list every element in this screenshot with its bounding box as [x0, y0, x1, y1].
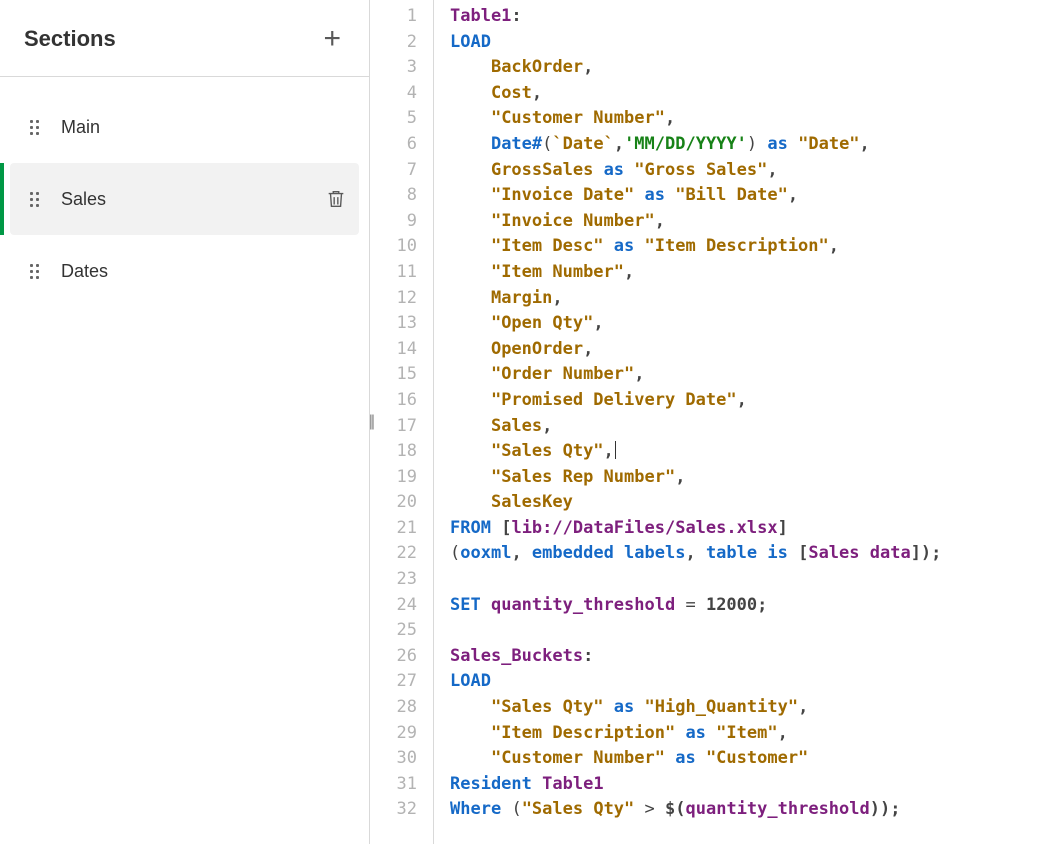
line-number: 11: [370, 260, 425, 286]
code-line[interactable]: "Item Desc" as "Item Description",: [450, 234, 1037, 260]
section-list: Main Sales Dates: [0, 77, 369, 321]
sidebar-resize-handle[interactable]: ||: [369, 413, 373, 431]
code-line[interactable]: Sales,: [450, 414, 1037, 440]
line-number: 4: [370, 81, 425, 107]
line-number: 10: [370, 234, 425, 260]
code-line[interactable]: "Open Qty",: [450, 311, 1037, 337]
line-number: 12: [370, 286, 425, 312]
line-number: 23: [370, 567, 425, 593]
code-line[interactable]: BackOrder,: [450, 55, 1037, 81]
sidebar-item-label: Main: [61, 117, 347, 138]
line-number: 29: [370, 721, 425, 747]
code-line[interactable]: Sales_Buckets:: [450, 644, 1037, 670]
code-editor[interactable]: 1234567891011121314151617181920212223242…: [370, 0, 1037, 844]
sidebar-item-dates[interactable]: Dates: [10, 235, 359, 307]
trash-icon[interactable]: [325, 187, 347, 211]
line-number: 16: [370, 388, 425, 414]
line-number: 26: [370, 644, 425, 670]
code-line[interactable]: FROM [lib://DataFiles/Sales.xlsx]: [450, 516, 1037, 542]
drag-handle-icon[interactable]: [30, 120, 39, 135]
code-line[interactable]: LOAD: [450, 30, 1037, 56]
line-number: 1: [370, 4, 425, 30]
text-cursor: [615, 441, 616, 459]
code-line[interactable]: "Invoice Number",: [450, 209, 1037, 235]
line-number-gutter: 1234567891011121314151617181920212223242…: [370, 0, 434, 844]
code-line[interactable]: [450, 618, 1037, 644]
code-area[interactable]: Table1:LOAD BackOrder, Cost, "Customer N…: [434, 0, 1037, 844]
sidebar-item-sales[interactable]: Sales: [10, 163, 359, 235]
line-number: 7: [370, 158, 425, 184]
line-number: 28: [370, 695, 425, 721]
code-line[interactable]: Where ("Sales Qty" > $(quantity_threshol…: [450, 797, 1037, 823]
code-line[interactable]: "Invoice Date" as "Bill Date",: [450, 183, 1037, 209]
sidebar-title: Sections: [24, 26, 116, 52]
code-line[interactable]: SET quantity_threshold = 12000;: [450, 593, 1037, 619]
code-line[interactable]: "Item Number",: [450, 260, 1037, 286]
code-line[interactable]: Resident Table1: [450, 772, 1037, 798]
code-line[interactable]: [450, 567, 1037, 593]
code-line[interactable]: Cost,: [450, 81, 1037, 107]
add-section-button[interactable]: +: [319, 24, 345, 54]
code-line[interactable]: Margin,: [450, 286, 1037, 312]
line-number: 19: [370, 465, 425, 491]
line-number: 32: [370, 797, 425, 823]
line-number: 17: [370, 414, 425, 440]
code-line[interactable]: "Sales Qty",: [450, 439, 1037, 465]
sidebar-item-label: Dates: [61, 261, 347, 282]
code-line[interactable]: (ooxml, embedded labels, table is [Sales…: [450, 541, 1037, 567]
line-number: 27: [370, 669, 425, 695]
code-line[interactable]: "Promised Delivery Date",: [450, 388, 1037, 414]
drag-handle-icon[interactable]: [30, 192, 39, 207]
code-line[interactable]: "Sales Rep Number",: [450, 465, 1037, 491]
sidebar-item-label: Sales: [61, 189, 325, 210]
code-line[interactable]: Table1:: [450, 4, 1037, 30]
code-line[interactable]: "Customer Number",: [450, 106, 1037, 132]
code-line[interactable]: GrossSales as "Gross Sales",: [450, 158, 1037, 184]
line-number: 30: [370, 746, 425, 772]
line-number: 3: [370, 55, 425, 81]
code-line[interactable]: "Sales Qty" as "High_Quantity",: [450, 695, 1037, 721]
sidebar-header: Sections +: [0, 0, 369, 77]
line-number: 6: [370, 132, 425, 158]
code-line[interactable]: LOAD: [450, 669, 1037, 695]
plus-icon: +: [323, 22, 341, 55]
code-line[interactable]: Date#(`Date`,'MM/DD/YYYY') as "Date",: [450, 132, 1037, 158]
line-number: 2: [370, 30, 425, 56]
line-number: 13: [370, 311, 425, 337]
line-number: 9: [370, 209, 425, 235]
code-line[interactable]: SalesKey: [450, 490, 1037, 516]
drag-handle-icon[interactable]: [30, 264, 39, 279]
code-line[interactable]: "Item Description" as "Item",: [450, 721, 1037, 747]
code-line[interactable]: "Order Number",: [450, 362, 1037, 388]
line-number: 25: [370, 618, 425, 644]
line-number: 8: [370, 183, 425, 209]
line-number: 18: [370, 439, 425, 465]
code-line[interactable]: "Customer Number" as "Customer": [450, 746, 1037, 772]
line-number: 24: [370, 593, 425, 619]
line-number: 15: [370, 362, 425, 388]
sidebar-item-main[interactable]: Main: [10, 91, 359, 163]
line-number: 20: [370, 490, 425, 516]
sections-sidebar: Sections + Main Sales Dates ||: [0, 0, 370, 844]
line-number: 22: [370, 541, 425, 567]
line-number: 21: [370, 516, 425, 542]
line-number: 14: [370, 337, 425, 363]
code-line[interactable]: OpenOrder,: [450, 337, 1037, 363]
line-number: 31: [370, 772, 425, 798]
line-number: 5: [370, 106, 425, 132]
app-root: Sections + MainSalesDates || 12345678910…: [0, 0, 1037, 844]
